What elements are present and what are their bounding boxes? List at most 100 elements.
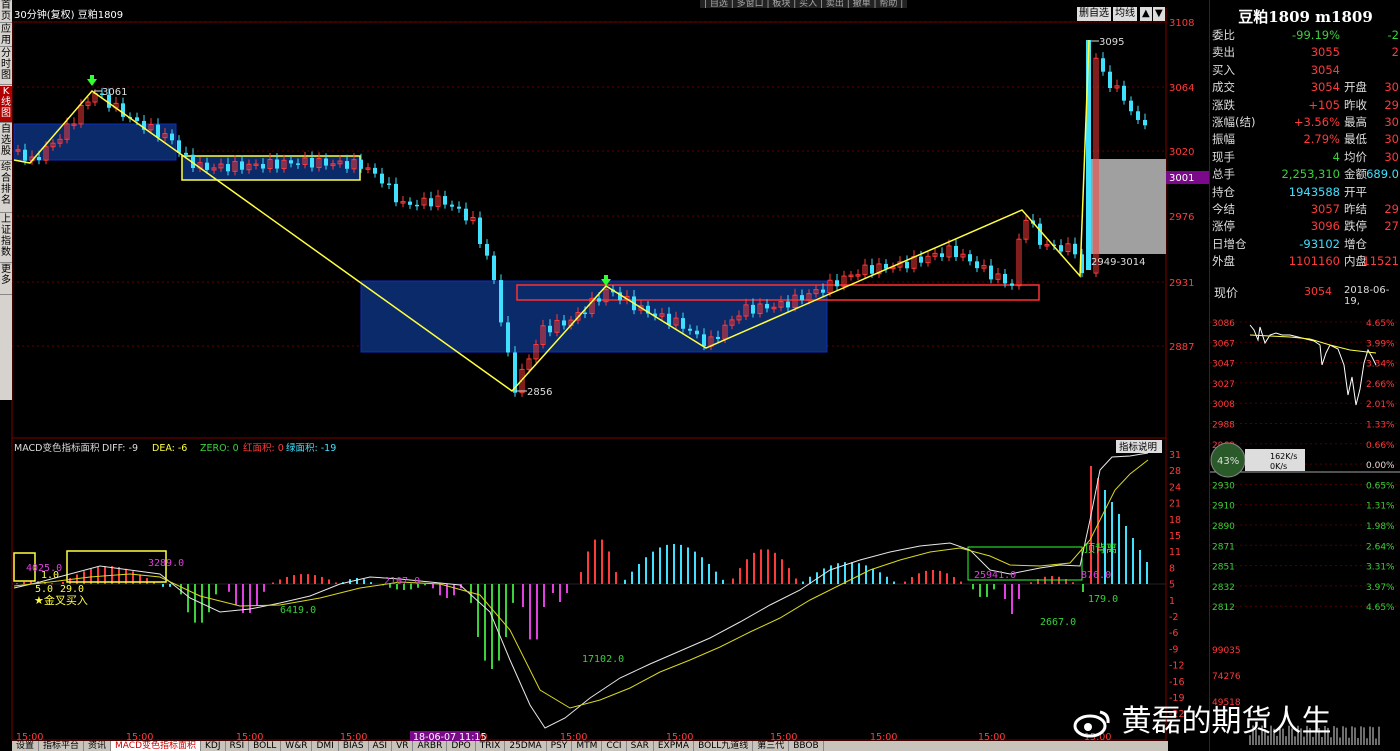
indicator-tab[interactable]: 25DMA xyxy=(505,741,547,751)
indicator-tab[interactable]: DMI xyxy=(312,741,339,751)
macd-tick: 15 xyxy=(1169,531,1181,542)
indicator-tab[interactable]: DPO xyxy=(447,741,476,751)
macd-bar xyxy=(242,584,244,613)
macd-bar xyxy=(215,584,217,595)
quote-row: 现手 4 均价 30 xyxy=(1212,149,1400,166)
indicator-tab[interactable]: 第三代 xyxy=(753,741,790,751)
intraday-mini-chart[interactable]: 3086306730473027300829882969294929302910… xyxy=(1210,305,1400,751)
mini-right-tick: 2.66% xyxy=(1366,380,1395,390)
candle-body xyxy=(492,255,496,281)
macd-bar xyxy=(886,576,888,584)
indicator-tab[interactable]: MTM xyxy=(572,741,603,751)
chart-title: 30分钟(复权) 豆粕1809 xyxy=(14,10,124,21)
indicator-tab[interactable]: BOLL xyxy=(249,741,282,751)
macd-histogram xyxy=(16,466,1148,669)
quote-value: 3057 xyxy=(1310,202,1340,216)
macd-bar xyxy=(559,584,561,602)
quote-row: 持仓 1943588 开平 xyxy=(1212,184,1400,201)
sidebar-tab[interactable]: 综合排名 xyxy=(0,162,12,213)
macd-bar xyxy=(146,578,148,584)
macd-bar xyxy=(370,582,372,584)
sidebar-tab[interactable]: 首页 xyxy=(0,0,12,23)
candle-body xyxy=(919,256,923,263)
sidebar-tab[interactable]: 更多 xyxy=(0,264,12,295)
quote-value: -99.19% xyxy=(1292,28,1340,42)
indicator-tab[interactable]: 设置 xyxy=(12,741,40,751)
moving-average-button[interactable]: 均线 xyxy=(1113,7,1137,21)
indicator-tab[interactable]: PSY xyxy=(547,741,573,751)
indicator-tab[interactable]: BBOB xyxy=(789,741,824,751)
quote-label2: 最低 xyxy=(1344,132,1367,147)
candle-body xyxy=(156,124,160,138)
indicator-tab[interactable]: RSI xyxy=(226,741,250,751)
macd-bar xyxy=(1139,550,1141,584)
candle-body xyxy=(450,204,454,207)
candle-body xyxy=(324,158,328,166)
indicator-tab[interactable]: KDJ xyxy=(201,741,226,751)
price-tick: 3108 xyxy=(1169,18,1194,29)
macd-bar xyxy=(608,551,610,584)
sidebar-tab[interactable]: 自选股 xyxy=(0,124,12,161)
macd-bar xyxy=(722,579,724,584)
quote-label: 现手 xyxy=(1212,149,1235,164)
macd-bar xyxy=(356,578,358,584)
left-sidebar: 首页 应用 分时图 K线图 自选股 综合排名 上证指数 更多 xyxy=(0,0,12,400)
intraday-price-line xyxy=(1249,324,1377,406)
sidebar-tab[interactable]: 上证指数 xyxy=(0,214,12,263)
macd-bar xyxy=(746,559,748,584)
macd-bar xyxy=(256,584,258,606)
indicator-tab[interactable]: EXPMA xyxy=(654,741,695,751)
indicator-tab[interactable]: ARBR xyxy=(413,741,448,751)
indicator-help-label[interactable]: 指标说明 xyxy=(1119,441,1157,453)
indicator-tab[interactable]: CCI xyxy=(602,741,627,751)
scroll-up-button[interactable]: ▲ xyxy=(1140,7,1152,21)
price-tick: 2976 xyxy=(1169,212,1194,223)
macd-bar xyxy=(701,557,703,584)
weibo-watermark: 黄磊的期货人生 xyxy=(1072,696,1332,740)
macd-bar xyxy=(512,584,514,603)
sidebar-tab[interactable]: 应用 xyxy=(0,24,12,47)
macd-bar xyxy=(708,564,710,584)
quote-label: 总手 xyxy=(1212,167,1235,182)
candle-body xyxy=(135,117,139,121)
quote-extra: 29 xyxy=(1384,202,1399,216)
indicator-tab[interactable]: MACD变色指标面积 xyxy=(111,741,202,751)
indicator-tab[interactable]: ASI xyxy=(369,741,393,751)
sidebar-tab[interactable]: K线图 xyxy=(0,86,12,123)
candle-body xyxy=(457,206,461,209)
indicator-tab[interactable]: BIAS xyxy=(339,741,369,751)
indicator-tab[interactable]: BOLL九道线 xyxy=(694,741,754,751)
macd-bar xyxy=(911,577,913,584)
indicator-tab[interactable]: 资讯 xyxy=(84,741,112,751)
scroll-down-button[interactable]: ▼ xyxy=(1153,7,1165,21)
candle-body xyxy=(716,336,720,339)
candle-body xyxy=(205,162,209,170)
network-up: 162K/s xyxy=(1270,452,1297,461)
macd-bar xyxy=(1004,584,1006,599)
macd-bar xyxy=(505,584,507,637)
indicator-tab[interactable]: TRIX xyxy=(476,741,506,751)
chart-canvas[interactable]: 3061 2856 3095 2949-3014 3108 3064 3020 … xyxy=(0,0,1209,751)
indicator-tab[interactable]: VR xyxy=(392,741,414,751)
indicator-tab[interactable]: W&R xyxy=(281,741,313,751)
now-price-label: 现价 xyxy=(1214,286,1239,300)
macd-bar xyxy=(739,568,741,584)
macd-bar xyxy=(601,539,603,584)
macd-bar xyxy=(293,575,295,584)
candle-body xyxy=(499,280,503,323)
quote-row: 振幅 2.79% 最低 30 xyxy=(1212,131,1400,148)
candle-body xyxy=(478,217,482,245)
sidebar-tab[interactable]: 分时图 xyxy=(0,48,12,85)
candle-body xyxy=(275,159,279,169)
indicator-tab[interactable]: 指标平台 xyxy=(39,741,85,751)
macd-tick: 11 xyxy=(1169,547,1181,558)
candle-body xyxy=(1143,119,1147,126)
macd-bar xyxy=(823,568,825,584)
top-menu[interactable]: | 自选 | 多窗口 | 板块 | 买入 | 卖出 | 撤单 | 帮助 | xyxy=(700,0,908,8)
macd-bar xyxy=(993,584,995,590)
macd-bar xyxy=(470,584,472,603)
indicator-tab[interactable]: SAR xyxy=(627,741,654,751)
macd-bar xyxy=(802,581,804,584)
mini-left-tick: 3086 xyxy=(1212,319,1235,329)
delete-watchlist-button[interactable]: 删自选 xyxy=(1077,7,1111,21)
